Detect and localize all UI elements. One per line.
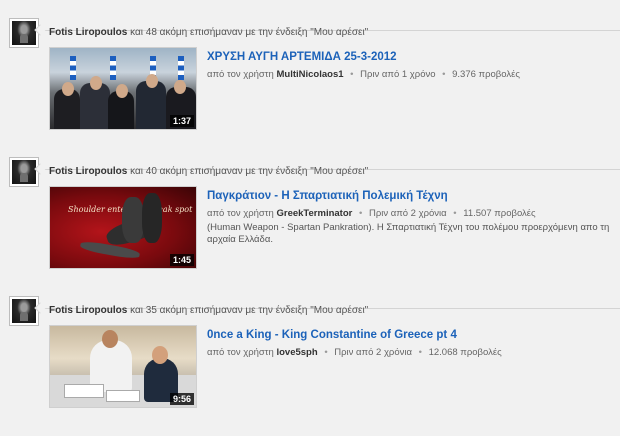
flag-image bbox=[70, 56, 76, 80]
video-description: (Human Weapon - Spartan Pankration). Η Σ… bbox=[207, 222, 610, 245]
activity-line: Fotis Liropoulos και 35 ακόμη επισήμαναν… bbox=[49, 305, 368, 316]
crowd-head bbox=[146, 74, 158, 88]
activity-line: Fotis Liropoulos και 48 ακόμη επισήμαναν… bbox=[49, 27, 368, 38]
paper-shape bbox=[64, 384, 104, 398]
flag-image bbox=[178, 56, 184, 80]
crowd-head bbox=[116, 84, 128, 98]
activity-text: και 40 ακόμη επισήμαναν με την ένδειξη "… bbox=[130, 166, 369, 177]
video-title-link[interactable]: 0nce a King - King Constantine of Greece… bbox=[207, 329, 457, 341]
meta-separator: • bbox=[442, 69, 446, 80]
video-duration: 1:45 bbox=[169, 254, 194, 266]
activity-user-link[interactable]: Fotis Liropoulos bbox=[49, 305, 127, 316]
crowd-head bbox=[174, 80, 186, 94]
video-thumbnail[interactable]: 9:56 bbox=[49, 325, 197, 408]
avatar-icon bbox=[12, 160, 36, 184]
view-count: 9.376 προβολές bbox=[452, 69, 520, 80]
activity-text: και 35 ακόμη επισήμαναν με την ένδειξη "… bbox=[130, 305, 369, 316]
meta-separator: • bbox=[453, 208, 457, 219]
flag-image bbox=[110, 56, 116, 80]
video-duration: 9:56 bbox=[169, 393, 194, 405]
avatar-icon bbox=[12, 299, 36, 323]
view-count: 12.068 προβολές bbox=[428, 347, 502, 358]
activity-line: Fotis Liropoulos και 40 ακόμη επισήμαναν… bbox=[49, 166, 368, 177]
crowd-figure bbox=[136, 81, 166, 129]
activity-user-link[interactable]: Fotis Liropoulos bbox=[49, 166, 127, 177]
avatar[interactable] bbox=[9, 157, 39, 187]
avatar[interactable] bbox=[9, 18, 39, 48]
activity-feed: Fotis Liropoulos και 48 ακόμη επισήμαναν… bbox=[0, 0, 620, 436]
video-thumbnail[interactable]: Shoulder enters the weak spot 1:45 bbox=[49, 186, 197, 269]
crowd-head bbox=[90, 76, 102, 90]
fighter-figure bbox=[142, 193, 162, 243]
video-thumbnail[interactable]: 1:37 bbox=[49, 47, 197, 130]
uploader-prefix: από τον χρήστη bbox=[207, 208, 274, 219]
meta-separator: • bbox=[350, 69, 354, 80]
activity-text: και 48 ακόμη επισήμαναν με την ένδειξη "… bbox=[130, 27, 369, 38]
video-meta: από τον χρήστη GreekTerminator • Πριν απ… bbox=[207, 208, 536, 219]
video-meta: από τον χρήστη MultiNicolaos1 • Πριν από… bbox=[207, 69, 520, 80]
view-count: 11.507 προβολές bbox=[463, 208, 536, 219]
paper-shape bbox=[106, 390, 140, 402]
activity-user-link[interactable]: Fotis Liropoulos bbox=[49, 27, 127, 38]
video-meta: από τον χρήστη love5sph • Πριν από 2 χρό… bbox=[207, 347, 502, 358]
uploader-link[interactable]: love5sph bbox=[276, 347, 317, 358]
fighter-figure bbox=[122, 197, 144, 243]
video-duration: 1:37 bbox=[169, 115, 194, 127]
avatar[interactable] bbox=[9, 296, 39, 326]
meta-separator: • bbox=[324, 347, 328, 358]
upload-age: Πριν από 2 χρόνια bbox=[334, 347, 412, 358]
meta-separator: • bbox=[418, 347, 422, 358]
upload-age: Πριν από 2 χρόνια bbox=[368, 208, 447, 219]
uploader-prefix: από τον χρήστη bbox=[207, 69, 274, 80]
person-head bbox=[152, 346, 168, 364]
avatar-icon bbox=[12, 21, 36, 45]
uploader-link[interactable]: MultiNicolaos1 bbox=[276, 69, 343, 80]
person-head bbox=[102, 330, 118, 348]
crowd-head bbox=[62, 82, 74, 96]
upload-age: Πριν από 1 χρόνο bbox=[360, 69, 436, 80]
video-title-link[interactable]: ΧΡΥΣΗ ΑΥΓΗ ΑΡΤΕΜΙΔΑ 25-3-2012 bbox=[207, 51, 397, 63]
meta-separator: • bbox=[358, 208, 363, 219]
uploader-prefix: από τον χρήστη bbox=[207, 347, 274, 358]
video-title-link[interactable]: Παγκράτιον - Η Σπαρτιατική Πολεμική Τέχν… bbox=[207, 190, 448, 202]
uploader-link[interactable]: GreekTerminator bbox=[276, 208, 352, 219]
